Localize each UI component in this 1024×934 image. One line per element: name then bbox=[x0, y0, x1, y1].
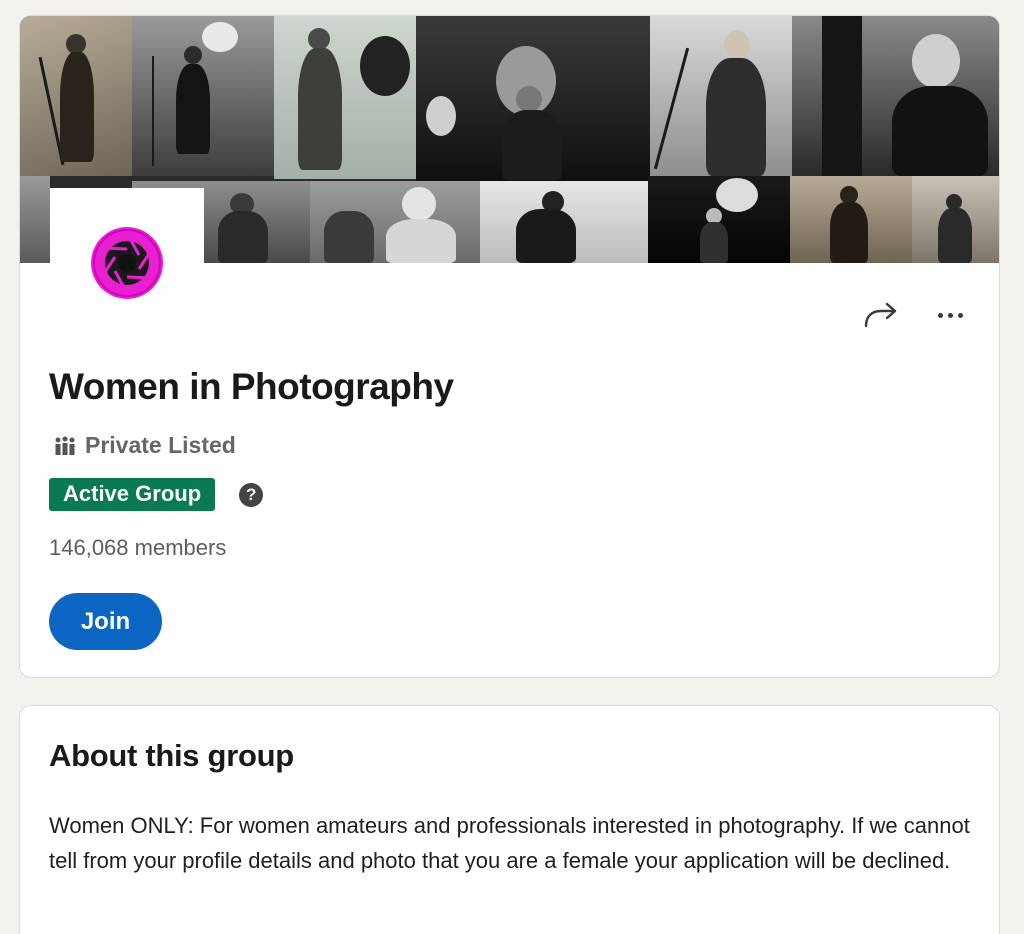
camera-aperture-icon bbox=[91, 227, 163, 299]
group-people-icon bbox=[55, 436, 75, 455]
group-name: Women in Photography bbox=[49, 366, 454, 407]
collage-photo bbox=[310, 181, 480, 263]
collage-photo bbox=[912, 176, 999, 263]
collage-photo bbox=[792, 16, 999, 176]
group-header-card: Women in Photography Private Listed Acti… bbox=[19, 15, 1000, 678]
collage-photo bbox=[790, 176, 912, 263]
group-logo bbox=[50, 188, 204, 313]
share-button[interactable] bbox=[858, 299, 904, 331]
activity-row: Active Group ? bbox=[49, 478, 264, 511]
about-description: Women ONLY: For women amateurs and profe… bbox=[49, 813, 970, 873]
share-arrow-icon bbox=[864, 302, 897, 328]
ellipsis-icon bbox=[937, 312, 943, 318]
collage-photo bbox=[274, 16, 416, 179]
collage-photo bbox=[480, 181, 648, 263]
more-options-button[interactable] bbox=[924, 299, 976, 331]
collage-photo bbox=[20, 176, 50, 263]
collage-photo bbox=[650, 16, 792, 176]
collage-photo bbox=[132, 16, 274, 176]
member-count: 146,068 members bbox=[49, 535, 227, 560]
join-button[interactable]: Join bbox=[49, 593, 162, 650]
about-title: About this group bbox=[49, 738, 294, 773]
collage-photo bbox=[648, 176, 790, 263]
about-card: About this group Women ONLY: For women a… bbox=[19, 705, 1000, 934]
help-icon[interactable]: ? bbox=[239, 482, 264, 507]
privacy-label: Private Listed bbox=[85, 432, 236, 458]
collage-photo bbox=[416, 16, 650, 181]
active-group-badge: Active Group bbox=[49, 478, 216, 511]
collage-photo bbox=[20, 16, 132, 176]
privacy-status: Private Listed bbox=[54, 432, 236, 459]
